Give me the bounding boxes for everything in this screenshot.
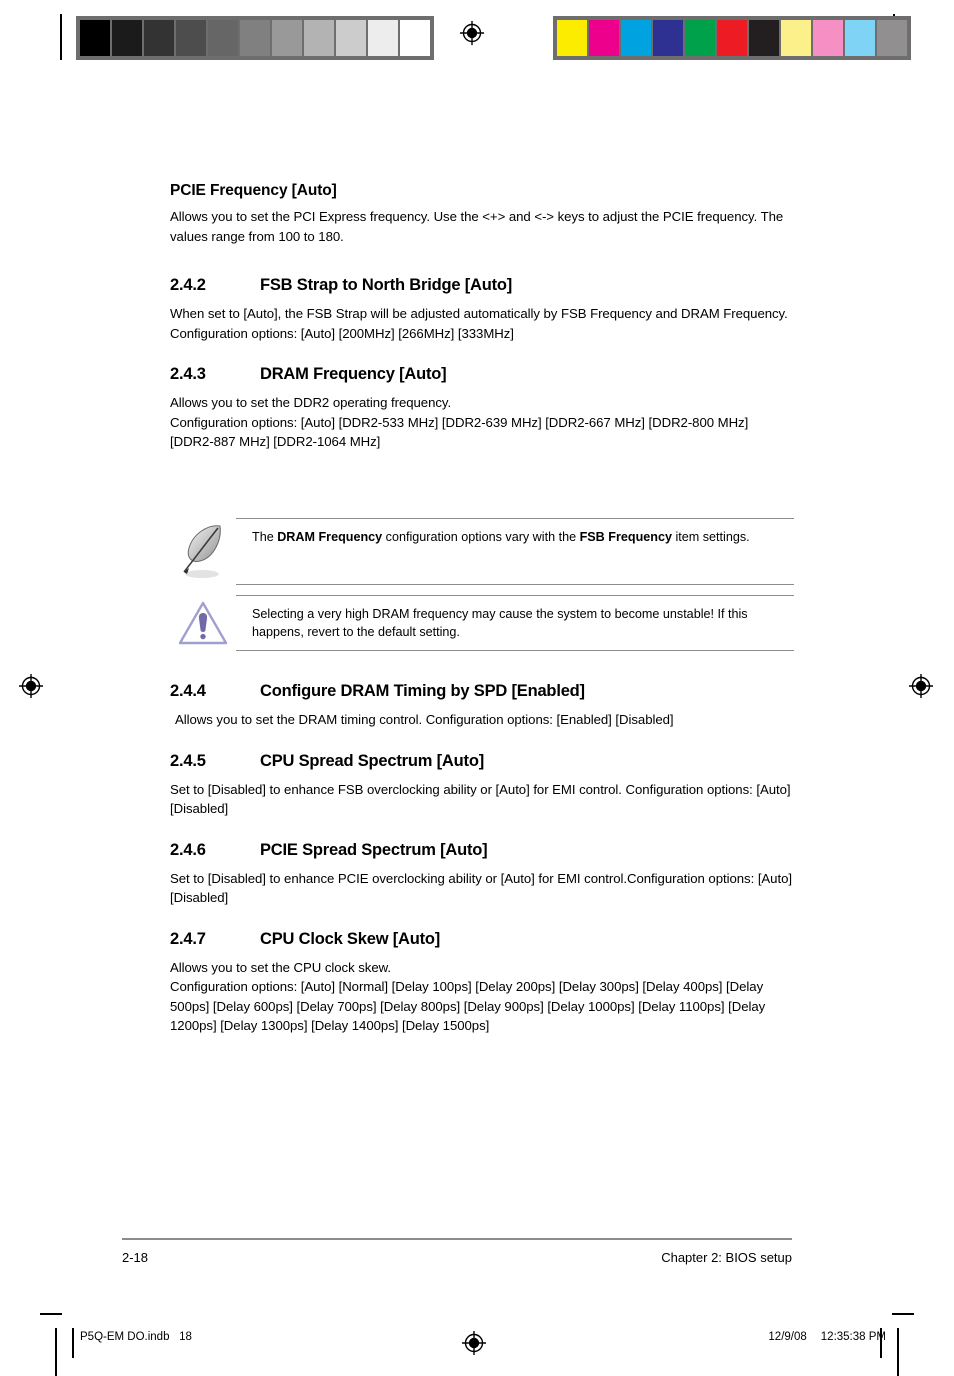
- crop-mark-bottom-left-horizontal: [40, 1313, 62, 1315]
- callouts-block: The DRAM Frequency configuration options…: [170, 518, 794, 651]
- grayscale-swatch-6: [272, 20, 302, 56]
- grayscale-swatch-9: [368, 20, 398, 56]
- section-title-2-4-2: FSB Strap to North Bridge [Auto]: [260, 276, 513, 294]
- heading-dram-frequency: 2.4.3 DRAM Frequency [Auto]: [170, 365, 794, 384]
- section-number-2-4-3: 2.4.3: [170, 365, 206, 383]
- color-calibration-strip: [553, 16, 911, 60]
- grayscale-swatch-8: [336, 20, 366, 56]
- color-swatch-2: [621, 20, 651, 56]
- page-number: 2-18: [122, 1250, 149, 1265]
- footer-divider: [122, 1238, 792, 1240]
- color-swatch-7: [781, 20, 811, 56]
- color-swatch-0: [557, 20, 587, 56]
- heading-configure-dram-timing: 2.4.4 Configure DRAM Timing by SPD [Enab…: [170, 682, 794, 701]
- body-cpu-clock-skew-line1: Allows you to set the CPU clock skew.: [170, 959, 391, 975]
- section-number-2-4-4: 2.4.4: [170, 682, 206, 700]
- warning-triangle-icon: [170, 595, 236, 647]
- section-title-2-4-6: PCIE Spread Spectrum [Auto]: [260, 840, 488, 859]
- color-swatch-1: [589, 20, 619, 56]
- print-date: 12/9/08: [768, 1331, 807, 1343]
- grayscale-calibration-strip: [76, 16, 434, 60]
- body-cpu-spread-spectrum: Set to [Disabled] to enhance FSB overclo…: [170, 781, 791, 817]
- page-content-lower: 2.4.4 Configure DRAM Timing by SPD [Enab…: [170, 682, 794, 1036]
- heading-pcie-frequency: PCIE Frequency [Auto]: [170, 182, 337, 199]
- footer: 2-18 Chapter 2: BIOS setup: [122, 1250, 792, 1265]
- section-title-2-4-3: DRAM Frequency [Auto]: [260, 365, 447, 383]
- note-callout-body: The DRAM Frequency configuration options…: [236, 518, 794, 585]
- heading-cpu-spread-spectrum: 2.4.5 CPU Spread Spectrum [Auto]: [170, 752, 794, 771]
- heading-fsb-strap: 2.4.2 FSB Strap to North Bridge [Auto]: [170, 276, 794, 295]
- grayscale-swatch-5: [240, 20, 270, 56]
- section-number-2-4-6: 2.4.6: [170, 840, 206, 859]
- warning-callout: Selecting a very high DRAM frequency may…: [170, 595, 794, 651]
- note-text-part1: The: [252, 530, 278, 544]
- section-number-2-4-2: 2.4.2: [170, 276, 206, 294]
- grayscale-swatch-7: [304, 20, 334, 56]
- heading-pcie-spread-spectrum: 2.4.6 PCIE Spread Spectrum [Auto]: [170, 841, 794, 860]
- body-configure-dram-timing: Allows you to set the DRAM timing contro…: [175, 712, 674, 727]
- body-pcie-spread-spectrum: Set to [Disabled] to enhance PCIE overcl…: [170, 870, 792, 906]
- body-cpu-clock-skew-line2: Configuration options: [Auto] [Normal] […: [170, 979, 766, 1033]
- print-slug-left: P5Q-EM DO.indb 18: [80, 1331, 192, 1343]
- color-swatch-6: [749, 20, 779, 56]
- note-callout-text: The DRAM Frequency configuration options…: [236, 528, 794, 546]
- section-title-2-4-5: CPU Spread Spectrum [Auto]: [260, 751, 484, 770]
- section-number-2-4-5: 2.4.5: [170, 751, 206, 770]
- registration-target-icon-top: [459, 20, 485, 46]
- print-page-number: 18: [179, 1331, 192, 1343]
- note-text-part2: configuration options vary with the: [382, 530, 580, 544]
- note-bold-dram-frequency: DRAM Frequency: [277, 530, 383, 544]
- print-file-name: P5Q-EM DO.indb: [80, 1331, 170, 1343]
- document-page: PCIE Frequency [Auto] Allows you to set …: [0, 0, 954, 1376]
- warning-callout-text: Selecting a very high DRAM frequency may…: [252, 607, 748, 639]
- quill-pen-icon: [170, 518, 236, 584]
- grayscale-swatch-1: [112, 20, 142, 56]
- registration-target-icon-left: [18, 673, 44, 699]
- crop-mark-bottom-left-vertical-outer: [55, 1328, 57, 1376]
- color-swatch-10: [877, 20, 907, 56]
- note-callout: The DRAM Frequency configuration options…: [170, 518, 794, 585]
- chapter-label: Chapter 2: BIOS setup: [661, 1250, 792, 1265]
- color-swatch-8: [813, 20, 843, 56]
- section-title-2-4-7: CPU Clock Skew [Auto]: [260, 929, 441, 948]
- section-number-2-4-7: 2.4.7: [170, 929, 206, 948]
- warning-callout-body: Selecting a very high DRAM frequency may…: [236, 595, 794, 651]
- note-text-part3: item settings.: [671, 530, 750, 544]
- crop-mark-bottom-right-horizontal: [892, 1313, 914, 1315]
- note-bold-fsb-frequency: FSB Frequency: [579, 530, 672, 544]
- registration-target-icon-right: [908, 673, 934, 699]
- print-slug-right: 12/9/08 12:35:38 PM: [768, 1331, 886, 1343]
- grayscale-swatch-2: [144, 20, 174, 56]
- color-swatch-9: [845, 20, 875, 56]
- heading-cpu-clock-skew: 2.4.7 CPU Clock Skew [Auto]: [170, 930, 794, 949]
- body-fsb-strap: When set to [Auto], the FSB Strap will b…: [170, 306, 788, 341]
- grayscale-swatch-0: [80, 20, 110, 56]
- body-dram-frequency-line2: Configuration options: [Auto] [DDR2-533 …: [170, 414, 749, 450]
- crop-mark-bottom-left-vertical-inner: [72, 1328, 74, 1358]
- body-pcie-frequency: Allows you to set the PCI Express freque…: [170, 209, 784, 244]
- color-swatch-4: [685, 20, 715, 56]
- crop-mark-top-left-vertical: [60, 14, 62, 60]
- body-dram-frequency-line1: Allows you to set the DDR2 operating fre…: [170, 395, 452, 410]
- crop-mark-bottom-right-vertical-outer: [897, 1328, 899, 1376]
- section-title-2-4-4: Configure DRAM Timing by SPD [Enabled]: [260, 682, 585, 700]
- color-swatch-5: [717, 20, 747, 56]
- grayscale-swatch-4: [208, 20, 238, 56]
- color-swatch-3: [653, 20, 683, 56]
- registration-target-icon-bottom: [461, 1330, 487, 1356]
- grayscale-swatch-3: [176, 20, 206, 56]
- page-content: PCIE Frequency [Auto] Allows you to set …: [170, 182, 794, 452]
- print-time: 12:35:38 PM: [820, 1331, 886, 1343]
- grayscale-swatch-10: [400, 20, 430, 56]
